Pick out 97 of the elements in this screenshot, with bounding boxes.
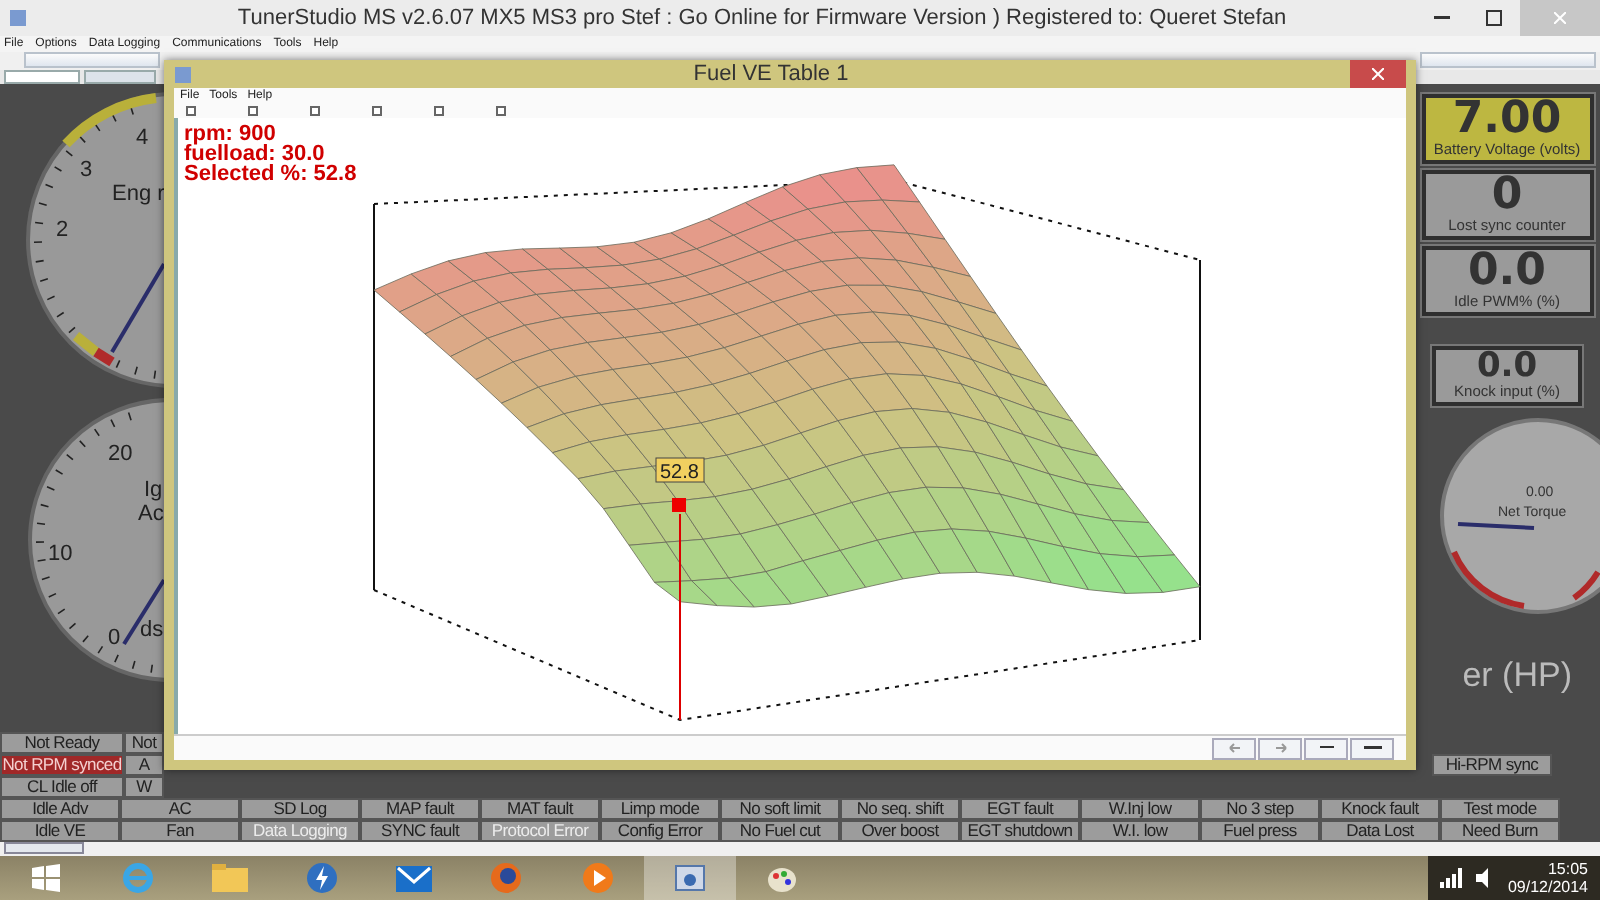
status-indicator: No seq. shift — [840, 798, 960, 820]
close-icon — [1372, 68, 1384, 80]
cursor-readout: Selected %: 52.8 — [184, 164, 357, 184]
tab[interactable] — [4, 842, 84, 854]
gauge-tick-label: 2 — [56, 218, 69, 242]
undo-icon — [1227, 742, 1241, 754]
status-indicator: Fan — [120, 820, 240, 842]
folder-icon — [212, 864, 248, 892]
cursor-readout: fuelload: 30.0 — [184, 144, 325, 164]
app-icon — [8, 8, 28, 28]
windows-logo-icon — [32, 864, 60, 892]
status-indicator: Idle VE — [0, 820, 120, 842]
tab[interactable] — [4, 70, 80, 84]
status-indicator: MAP fault — [360, 798, 480, 820]
status-indicator: Fuel press — [1200, 820, 1320, 842]
minimize-icon — [1434, 16, 1450, 20]
status-indicator: No 3 step — [1200, 798, 1320, 820]
globe-fox-icon — [490, 862, 522, 894]
status-indicator: W.I. low — [1080, 820, 1200, 842]
status-indicator: EGT shutdown — [960, 820, 1080, 842]
status-indicator: Knock fault — [1320, 798, 1440, 820]
readout-value: 0.0 — [1468, 250, 1546, 294]
cursor-readout: rpm: 900 — [184, 124, 278, 144]
gauge-tick-label: 3 — [80, 158, 93, 182]
checkbox-icon[interactable] — [372, 105, 382, 115]
gauge-title: er (HP) — [1462, 656, 1572, 696]
gauge-tick-label: 10 — [48, 542, 73, 566]
status-indicator: Test mode — [1440, 798, 1560, 820]
redo-icon — [1273, 742, 1287, 754]
status-indicator: EGT fault — [960, 798, 1080, 820]
status-indicator: Protocol Error — [480, 820, 600, 842]
readout-value: 0.0 — [1476, 350, 1538, 384]
gauge-needle — [110, 262, 164, 354]
status-indicator: Need Burn — [1440, 820, 1560, 842]
window-title: Fuel VE Table 1 — [691, 62, 851, 86]
gauge-redline — [93, 347, 115, 367]
status-indicator: Not — [124, 732, 164, 754]
status-indicator: Data Logging — [240, 820, 360, 842]
checkbox-icon[interactable] — [434, 105, 444, 115]
status-indicator: W — [124, 776, 164, 798]
readout-value: 0 — [1491, 174, 1523, 218]
status-indicator: MAT fault — [480, 798, 600, 820]
toolbar-button[interactable] — [24, 52, 160, 68]
increase-button[interactable] — [1350, 737, 1394, 759]
status-indicator: Data Lost — [1320, 820, 1440, 842]
status-indicator: Hi-RPM sync — [1432, 754, 1552, 776]
status-indicator: No Fuel cut — [720, 820, 840, 842]
status-indicator: SYNC fault — [360, 820, 480, 842]
gauge-tick-label: 0 — [108, 626, 121, 650]
status-indicator: SD Log — [240, 798, 360, 820]
clock-date: 09/12/2014 — [1507, 878, 1588, 896]
status-indicator: Limp mode — [600, 798, 720, 820]
maximize-icon — [1486, 10, 1502, 26]
window-title: TunerStudio MS v2.6.07 MX5 MS3 pro Stef : Go Online for Firmware Version ) Registered to: Queret Stefan — [235, 6, 1289, 30]
status-indicator: Idle Adv — [0, 798, 120, 820]
browser-e-icon — [122, 862, 154, 894]
palette-icon — [766, 862, 798, 894]
mail-icon — [396, 865, 432, 891]
gauge-needle — [1457, 522, 1535, 530]
close-button[interactable] — [1350, 60, 1406, 88]
play-icon — [582, 862, 614, 894]
checkbox-icon[interactable] — [186, 105, 196, 115]
gauge-band — [62, 93, 157, 148]
dash-icon — [1363, 746, 1381, 750]
undo-button[interactable] — [1212, 737, 1256, 759]
status-indicator: Over boost — [840, 820, 960, 842]
checkbox-icon[interactable] — [310, 105, 320, 115]
checkbox-icon[interactable] — [248, 105, 258, 115]
checkbox-icon[interactable] — [496, 105, 506, 115]
readout-value: 7.00 — [1452, 98, 1562, 142]
decrease-button[interactable] — [1304, 737, 1348, 759]
status-indicator: W.Inj low — [1080, 798, 1200, 820]
app-window-icon — [674, 862, 706, 894]
status-indicator: Not RPM synced — [0, 754, 124, 776]
gauge-title: Ig — [144, 478, 163, 502]
gauge-needle — [122, 578, 164, 646]
lightning-icon — [306, 862, 338, 894]
minus-icon — [1319, 746, 1333, 750]
status-indicator: AC — [120, 798, 240, 820]
status-indicator: A — [124, 754, 164, 776]
app-icon — [174, 65, 192, 83]
status-indicator: No soft limit — [720, 798, 840, 820]
tab[interactable] — [84, 70, 156, 84]
gauge-tick-label: 20 — [108, 442, 133, 466]
gauge-unit: ds — [140, 618, 164, 642]
gauge-band — [72, 332, 100, 356]
point-value-label: 52.8 — [655, 457, 705, 484]
taskbar-app[interactable] — [644, 856, 736, 900]
close-icon — [1554, 12, 1566, 24]
clock-time: 15:05 — [1547, 860, 1588, 878]
gauge-tick-label: 4 — [136, 126, 149, 150]
gauge-title: Eng r — [112, 182, 164, 206]
network-icon — [1439, 868, 1464, 888]
gauge-title: Ac — [138, 502, 164, 526]
status-indicator: CL Idle off — [0, 776, 124, 798]
status-indicator: Not Ready — [0, 732, 124, 754]
status-indicator: Config Error — [600, 820, 720, 842]
